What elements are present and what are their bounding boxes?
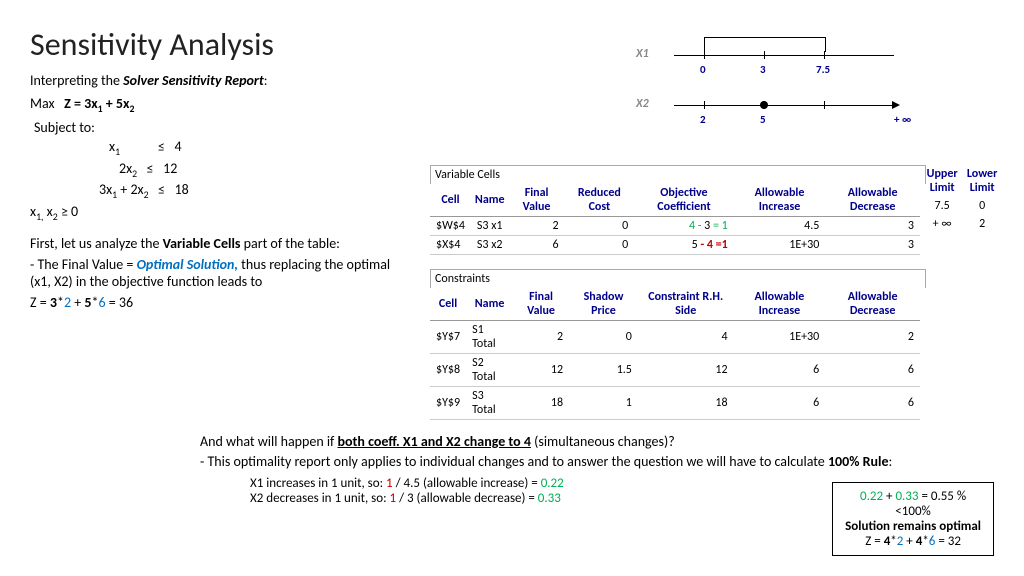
box-line-2: <100% bbox=[845, 504, 981, 519]
table-row: $Y$7S1 Total2041E+302 bbox=[430, 321, 920, 354]
intro-bold: Solver Sensitivity Report bbox=[123, 72, 264, 89]
z-calc: Z = 3*2 + 5*6 = 36 bbox=[30, 294, 410, 311]
col-allow-increase: Allowable Increase bbox=[734, 184, 826, 217]
number-lines: X1 0 3 7.5 X2 2 5 + ∞ bbox=[654, 35, 954, 135]
x2-axis: X2 2 5 + ∞ bbox=[654, 85, 954, 125]
constraints-table: CellName Final ValueShadow Price Constra… bbox=[430, 288, 920, 420]
obj-z: Z = 3x bbox=[64, 95, 98, 112]
optimal-solution-label: Optimal Solution, bbox=[137, 256, 238, 273]
table-row: $W$4S3 x1 20 4 - 3 = 1 4.53 bbox=[430, 217, 920, 236]
constraint-1: x1 ≤ 4 bbox=[34, 138, 994, 158]
rule-bold: 100% Rule bbox=[828, 453, 889, 470]
col-final-value: Final Value bbox=[509, 184, 565, 217]
arrow-icon bbox=[892, 101, 900, 109]
rule-post: : bbox=[889, 453, 893, 470]
intro-pre: Interpreting the bbox=[30, 72, 123, 89]
a1-pre: First, let us analyze the bbox=[30, 235, 163, 252]
col-lower-limit: Lower Limit bbox=[962, 165, 1002, 197]
x2-axis-label: X2 bbox=[636, 97, 649, 111]
obj-mid: + 5x bbox=[103, 95, 130, 112]
variable-cells-header: Variable Cells bbox=[430, 165, 926, 184]
col-allow-decrease: Allowable Decrease bbox=[825, 184, 920, 217]
x1-axis: X1 0 3 7.5 bbox=[654, 35, 954, 75]
hundred-percent-rule-box: 0.22 + 0.33 = 0.55 % <100% Solution rema… bbox=[832, 482, 994, 556]
box-line-1: 0.22 + 0.33 = 0.55 % bbox=[845, 489, 981, 504]
a1-post: part of the table: bbox=[240, 235, 339, 252]
x1-axis-label: X1 bbox=[636, 47, 649, 61]
intro-post: : bbox=[264, 72, 268, 89]
table-row: $Y$8S2 Total121.51266 bbox=[430, 354, 920, 387]
col-reduced-cost: Reduced Cost bbox=[565, 184, 635, 217]
q-bold: both coeff. X1 and X2 change to 4 bbox=[338, 433, 531, 450]
table-row: $X$4S3 x2 60 5 - 4 =1 1E+303 bbox=[430, 236, 920, 255]
col-cell: Cell bbox=[430, 184, 471, 217]
a2-pre: - The Final Value = bbox=[30, 256, 137, 273]
constraints-header: Constraints bbox=[430, 269, 926, 288]
col-shadow-price: Shadow Price bbox=[569, 288, 638, 321]
rule-pre: - This optimality report only applies to… bbox=[200, 453, 828, 470]
col-upper-limit: Upper Limit bbox=[922, 165, 962, 197]
variable-cells-table: Cell Name Final Value Reduced Cost Objec… bbox=[430, 184, 920, 255]
sensitivity-report: Variable Cells Cell Name Final Value Red… bbox=[430, 165, 995, 420]
limits-block: Upper LimitLower Limit 7.50 + ∞2 bbox=[922, 165, 1002, 233]
table-row: $Y$9S3 Total1811866 bbox=[430, 387, 920, 420]
box-line-4: Z = 4*2 + 4*6 = 32 bbox=[845, 534, 981, 549]
q-post: (simultaneous changes)? bbox=[531, 433, 675, 450]
analysis-block: First, let us analyze the Variable Cells… bbox=[30, 235, 410, 311]
x1-range-bracket bbox=[704, 37, 826, 52]
box-line-3: Solution remains optimal bbox=[845, 519, 981, 534]
col-objective-coeff: Objective Coefficient bbox=[634, 184, 734, 217]
obj-pre: Max bbox=[30, 95, 64, 112]
a1-bold: Variable Cells bbox=[163, 235, 241, 252]
q-pre: And what will happen if bbox=[200, 433, 338, 450]
col-rhs: Constraint R.H. Side bbox=[638, 288, 734, 321]
col-name: Name bbox=[471, 184, 509, 217]
